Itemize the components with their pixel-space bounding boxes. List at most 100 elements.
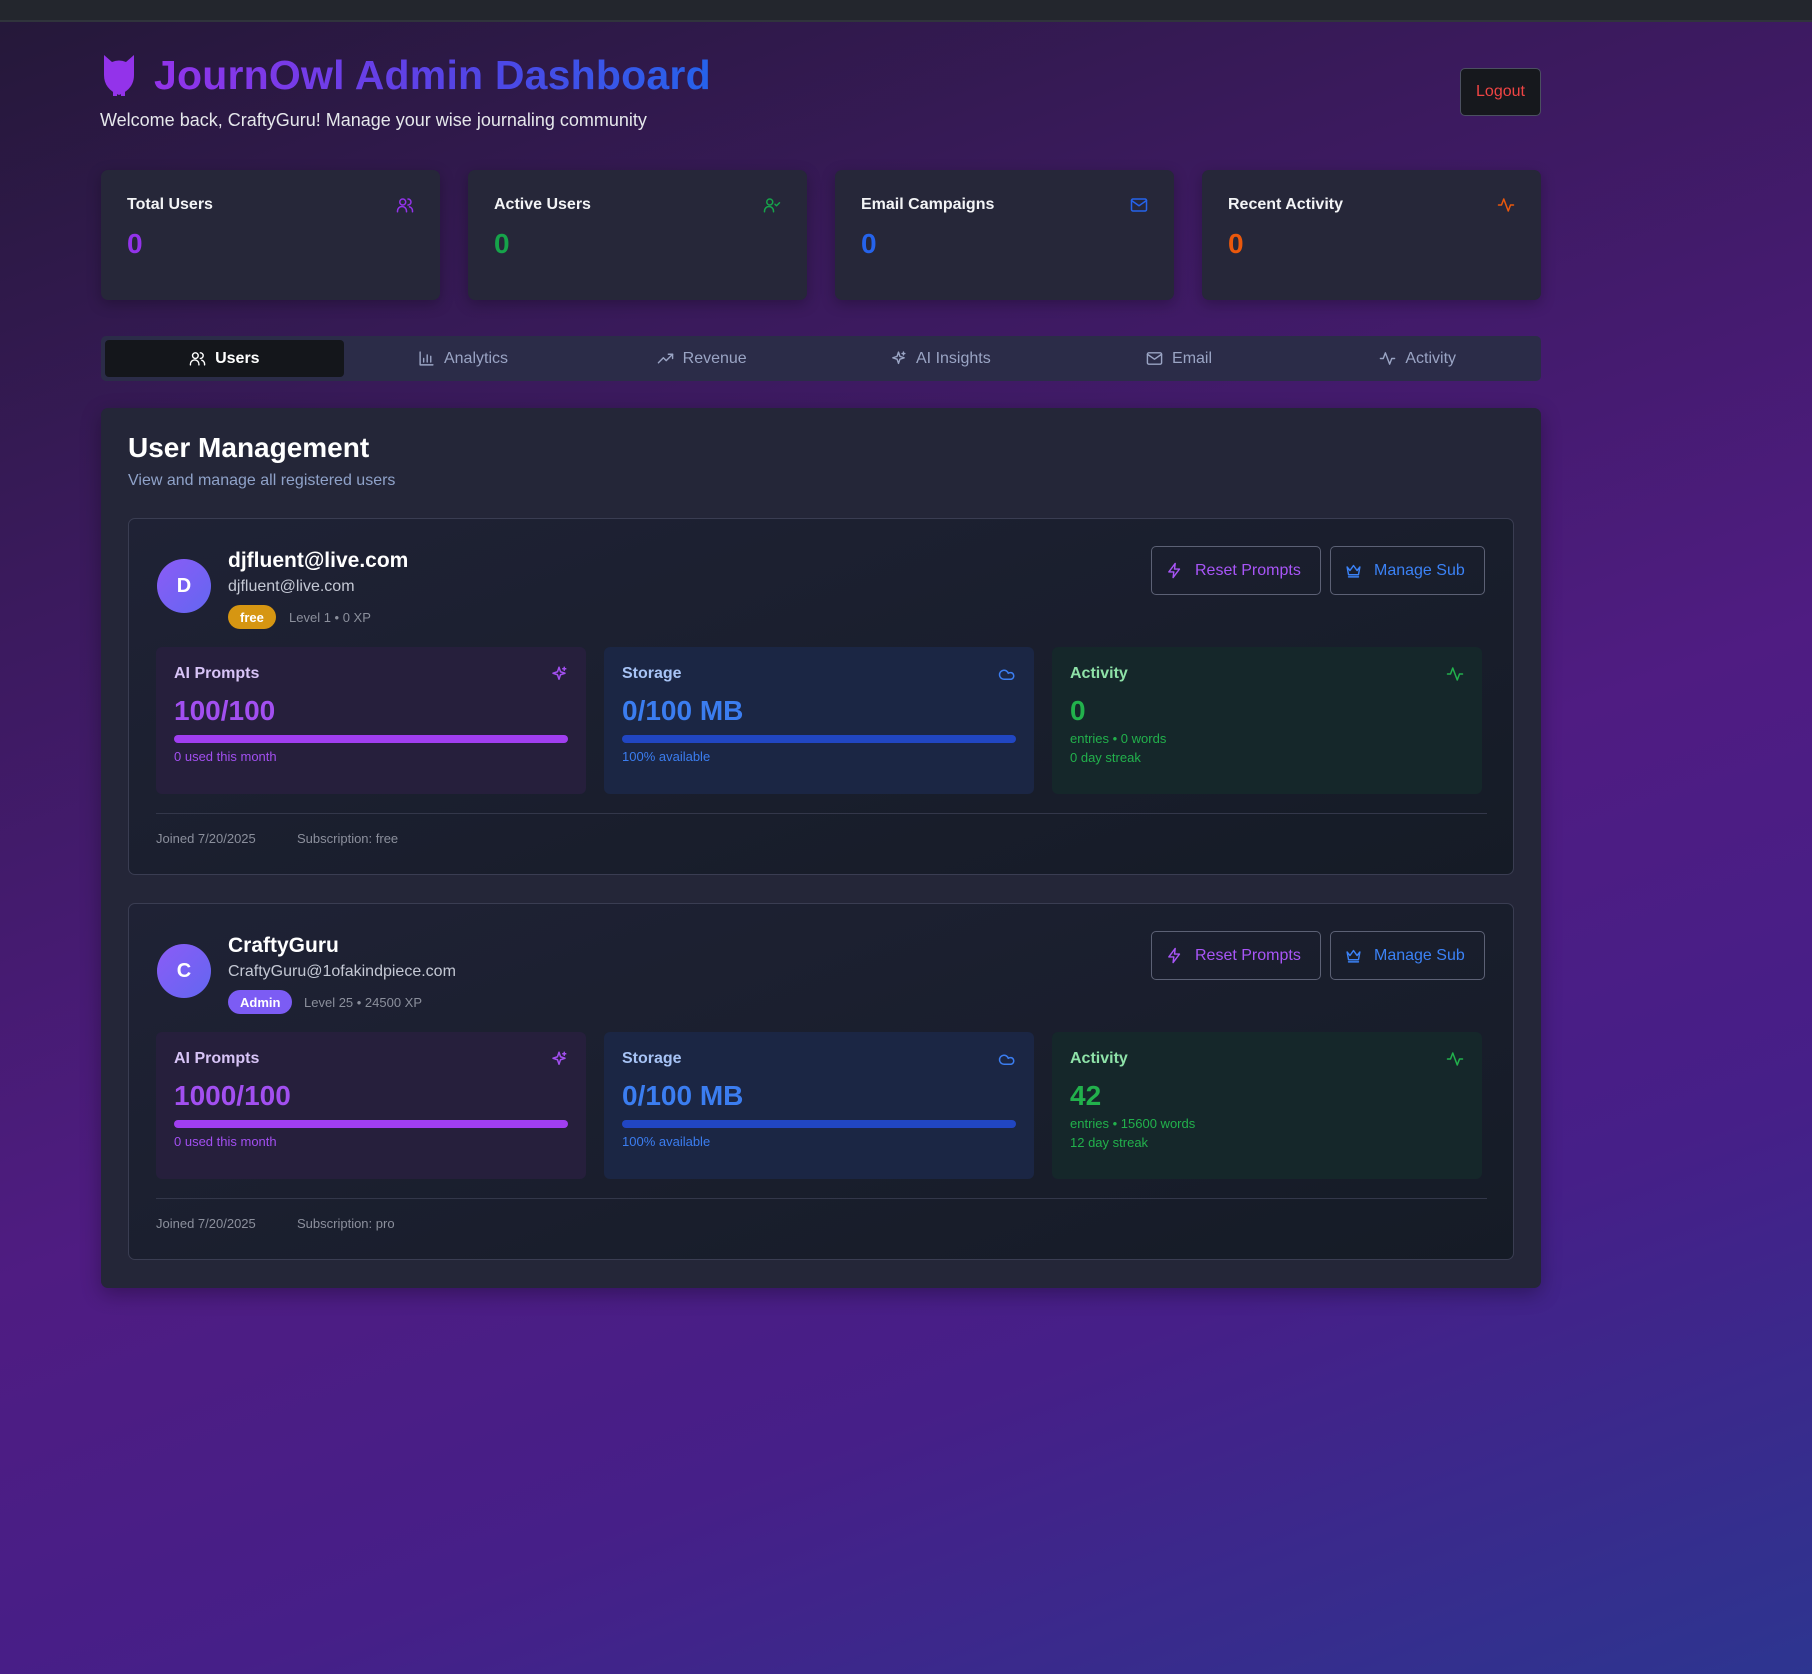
user-name: CraftyGuru xyxy=(228,934,339,957)
tab-users[interactable]: Users xyxy=(105,340,344,377)
user-level: Level 25 • 24500 XP xyxy=(304,995,423,1010)
metric-value: 42 xyxy=(1070,1080,1102,1111)
stat-value: 0 xyxy=(861,228,877,259)
user-name: djfluent@live.com xyxy=(228,549,409,572)
ai-prompts-card: AI Prompts 1000/100 0 used this month xyxy=(156,1032,586,1179)
stat-title: Active Users xyxy=(494,196,591,213)
page-title: JournOwl Admin Dashboard xyxy=(154,51,711,98)
storage-card: Storage 0/100 MB 100% available xyxy=(604,1032,1034,1179)
tab-revenue[interactable]: Revenue xyxy=(582,340,821,377)
stat-title: Total Users xyxy=(127,196,213,213)
metric-note: 0 used this month xyxy=(174,1134,277,1149)
header: JournOwl Admin Dashboard Welcome back, C… xyxy=(100,50,1540,131)
tab-activity[interactable]: Activity xyxy=(1298,340,1537,377)
bar-chart-icon xyxy=(419,351,434,366)
role-badge: Admin xyxy=(228,990,293,1014)
tab-label: Revenue xyxy=(682,349,747,367)
user-card: C CraftyGuru CraftyGuru@1ofakindpiece.co… xyxy=(128,903,1514,1260)
metric-title: Activity xyxy=(1070,1050,1128,1067)
tab-label: Analytics xyxy=(443,349,509,367)
user-management-panel: User Management View and manage all regi… xyxy=(101,408,1541,1288)
user-email: djfluent@live.com xyxy=(228,578,355,595)
progress-bar xyxy=(174,735,568,743)
metric-title: AI Prompts xyxy=(174,665,260,682)
cloud-icon xyxy=(998,1054,1015,1065)
stat-value: 0 xyxy=(494,228,510,259)
mail-icon xyxy=(1130,198,1148,212)
stats-row: Total Users 0 Active Users 0 Email Campa… xyxy=(101,170,1541,300)
zap-icon xyxy=(1168,947,1181,964)
sparkles-icon xyxy=(552,1051,567,1065)
metric-note: 100% available xyxy=(622,1134,711,1149)
stat-card-total-users: Total Users 0 xyxy=(101,170,440,300)
metric-title: Activity xyxy=(1070,665,1128,682)
progress-bar xyxy=(622,1120,1016,1128)
divider xyxy=(156,1198,1487,1199)
manage-sub-button[interactable]: Manage Sub xyxy=(1330,546,1485,595)
stat-title: Email Campaigns xyxy=(861,196,995,213)
sparkles-icon xyxy=(552,666,567,680)
stat-value: 0 xyxy=(1228,228,1244,259)
activity-icon xyxy=(1380,352,1396,365)
cloud-icon xyxy=(998,669,1015,680)
activity-icon xyxy=(1446,1052,1464,1066)
metric-value: 0/100 MB xyxy=(622,1080,744,1111)
activity-card: Activity 0 entries • 0 words 0 day strea… xyxy=(1052,647,1482,794)
joined-date: Joined 7/20/2025 xyxy=(156,831,256,846)
metric-value: 1000/100 xyxy=(174,1080,291,1111)
user-card: D djfluent@live.com djfluent@live.com fr… xyxy=(128,518,1514,875)
ai-prompts-card: AI Prompts 100/100 0 used this month xyxy=(156,647,586,794)
tab-label: Email xyxy=(1172,349,1213,367)
tab-ai-insights[interactable]: AI Insights xyxy=(821,340,1060,377)
metric-value: 100/100 xyxy=(174,695,276,726)
button-label: Manage Sub xyxy=(1374,946,1465,964)
panel-title: User Management xyxy=(128,432,370,463)
crown-icon xyxy=(1346,564,1361,578)
metric-title: AI Prompts xyxy=(174,1050,260,1067)
brand: JournOwl Admin Dashboard xyxy=(100,50,1540,100)
stat-value: 0 xyxy=(127,228,143,259)
tab-email[interactable]: Email xyxy=(1060,340,1299,377)
activity-icon xyxy=(1497,198,1515,212)
browser-top-bar xyxy=(0,0,1812,22)
button-label: Manage Sub xyxy=(1374,561,1465,579)
metric-value: 0 xyxy=(1070,695,1086,726)
sparkles-icon xyxy=(892,351,906,365)
subscription-text: Subscription: free xyxy=(297,831,399,846)
reset-prompts-button[interactable]: Reset Prompts xyxy=(1151,931,1321,980)
stat-card-active-users: Active Users 0 xyxy=(468,170,807,300)
welcome-text: Welcome back, CraftyGuru! Manage your wi… xyxy=(100,110,647,130)
tab-analytics[interactable]: Analytics xyxy=(344,340,583,377)
stat-card-recent-activity: Recent Activity 0 xyxy=(1202,170,1541,300)
plan-badge: free xyxy=(228,605,276,629)
progress-bar xyxy=(622,735,1016,743)
avatar: C xyxy=(157,944,211,998)
crown-icon xyxy=(1346,949,1361,963)
stat-title: Recent Activity xyxy=(1228,196,1343,213)
reset-prompts-button[interactable]: Reset Prompts xyxy=(1151,546,1321,595)
button-label: Reset Prompts xyxy=(1195,946,1301,964)
tab-label: AI Insights xyxy=(916,349,991,367)
activity-icon xyxy=(1446,667,1464,681)
avatar: D xyxy=(157,559,211,613)
entries-words: entries • 15600 words xyxy=(1070,1116,1196,1131)
tab-bar: Users Analytics Revenue AI Insights Emai… xyxy=(101,336,1541,381)
metric-note: 0 used this month xyxy=(174,749,277,764)
joined-date: Joined 7/20/2025 xyxy=(156,1216,256,1231)
users-icon xyxy=(396,198,414,213)
metric-value: 0/100 MB xyxy=(622,695,744,726)
user-level: Level 1 • 0 XP xyxy=(289,610,371,625)
mail-icon xyxy=(1146,352,1163,365)
tab-label: Users xyxy=(215,349,260,367)
day-streak: 0 day streak xyxy=(1070,750,1141,765)
metric-title: Storage xyxy=(622,665,682,682)
user-email: CraftyGuru@1ofakindpiece.com xyxy=(228,963,456,980)
metric-title: Storage xyxy=(622,1050,682,1067)
zap-icon xyxy=(1168,562,1181,579)
entries-words: entries • 0 words xyxy=(1070,731,1167,746)
owl-logo-icon xyxy=(104,55,134,96)
logout-button[interactable]: Logout xyxy=(1460,68,1541,116)
button-label: Reset Prompts xyxy=(1195,561,1301,579)
manage-sub-button[interactable]: Manage Sub xyxy=(1330,931,1485,980)
divider xyxy=(156,813,1487,814)
